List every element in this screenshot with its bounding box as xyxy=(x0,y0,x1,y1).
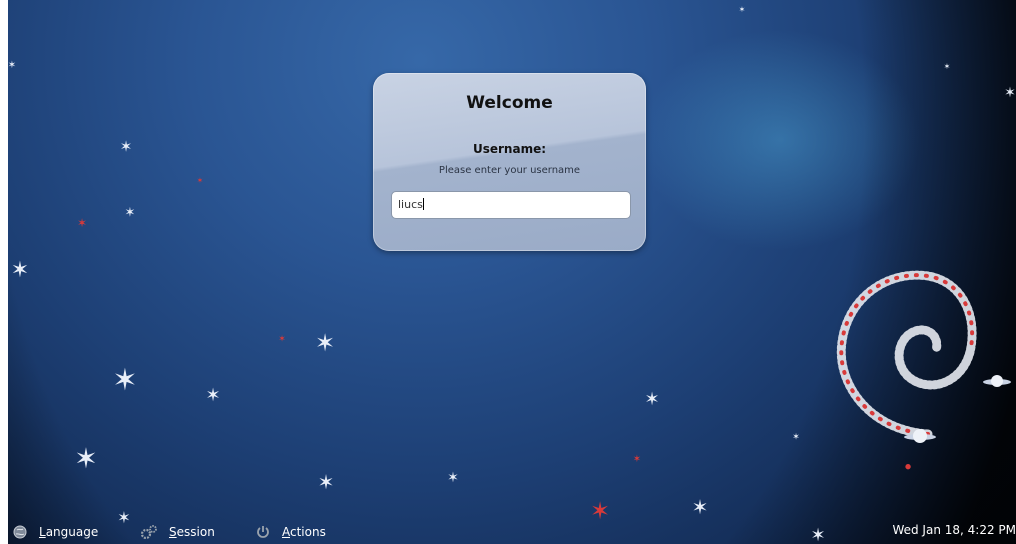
star-decoration: ✶ xyxy=(632,454,642,465)
star-decoration: ✶ xyxy=(119,137,133,156)
username-value: liucs xyxy=(398,198,423,211)
star-decoration: ✶ xyxy=(738,5,746,14)
login-dialog: Welcome Username: Please enter your user… xyxy=(373,73,646,251)
screen-edge xyxy=(0,0,8,544)
star-decoration: ✶ xyxy=(317,470,335,494)
star-decoration: ✶ xyxy=(10,258,30,283)
debian-swirl-logo xyxy=(836,270,977,439)
planet-decoration xyxy=(904,429,936,443)
star-decoration: ✶ xyxy=(7,60,17,71)
star-decoration: ✶ xyxy=(196,176,204,185)
star-decoration: ● xyxy=(904,462,912,471)
star-decoration: ✶ xyxy=(644,389,660,410)
language-label: Language xyxy=(39,525,99,539)
star-decoration: ✶ xyxy=(124,205,136,221)
desktop-background: ✶ ✶ ✶ ✶ ✶ ✶ ✶ ✶ ✶ ✶ ✶ ✶ ✶ ✶ ✶ ✶ ✶ ✶ ✶ ✶ … xyxy=(0,0,1016,544)
star-decoration: ✶ xyxy=(943,62,951,71)
username-label: Username: xyxy=(472,142,547,156)
bottom-panel: Language Session Actions Wed Jan 18, 4:2… xyxy=(0,518,1016,544)
username-input[interactable]: liucs xyxy=(391,191,631,219)
welcome-title: Welcome xyxy=(466,93,553,113)
power-icon xyxy=(257,526,269,538)
username-hint: Please enter your username xyxy=(438,165,581,176)
star-decoration: ✶ xyxy=(205,385,221,406)
session-menu[interactable]: Session xyxy=(141,523,215,541)
star-decoration: ✶ xyxy=(76,216,88,230)
star-decoration: ✶ xyxy=(691,495,709,519)
actions-label: Actions xyxy=(282,525,326,539)
star-decoration: ✶ xyxy=(278,334,286,345)
star-decoration: ✶ xyxy=(112,363,138,398)
star-decoration: ✶ xyxy=(792,432,800,443)
gears-icon xyxy=(141,525,157,539)
star-decoration: ✶ xyxy=(314,329,336,357)
planet-decoration xyxy=(983,375,1011,387)
text-cursor xyxy=(422,198,424,210)
globe-icon xyxy=(13,525,27,539)
star-decoration: ✶ xyxy=(1004,85,1016,101)
star-decoration: ✶ xyxy=(447,470,459,486)
star-decoration: ✶ xyxy=(74,442,98,475)
language-menu[interactable]: Language xyxy=(13,523,98,541)
clock: Wed Jan 18, 4:22 PM xyxy=(892,523,1016,537)
session-label: Session xyxy=(169,525,215,539)
actions-menu[interactable]: Actions xyxy=(256,523,326,541)
